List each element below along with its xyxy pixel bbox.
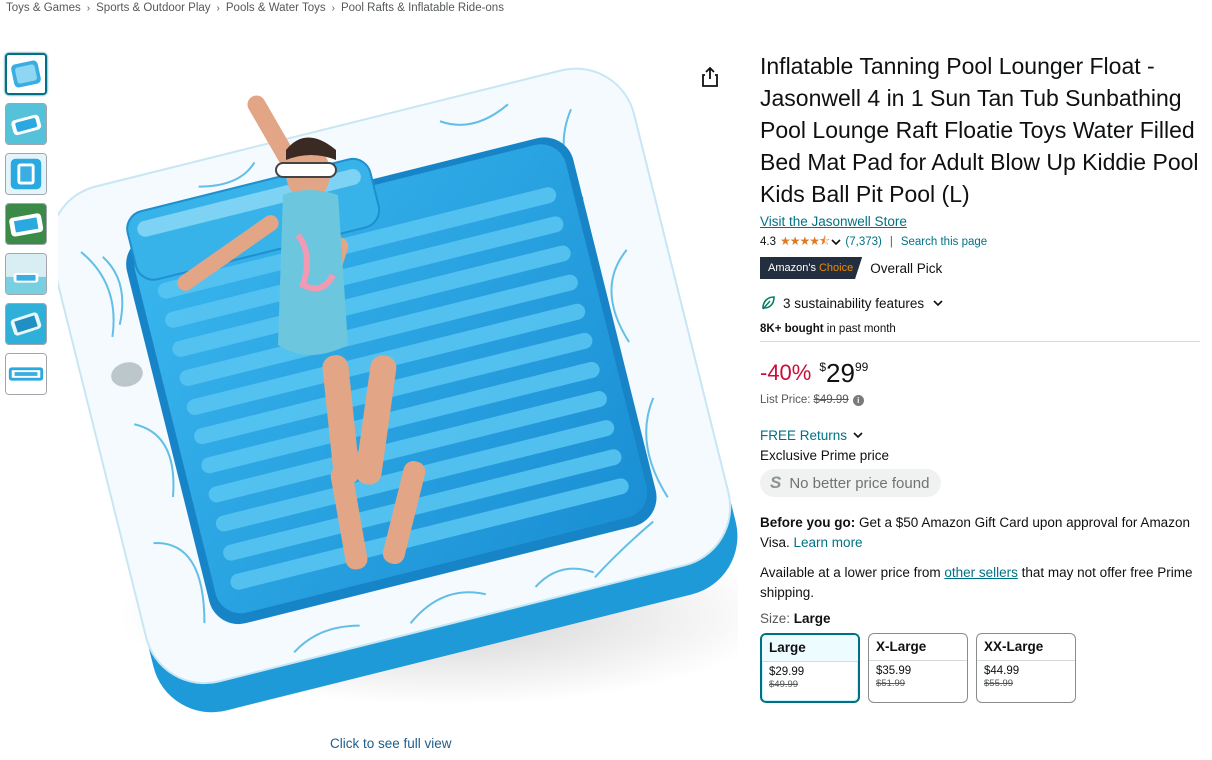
exclusive-prime-label: Exclusive Prime price [760,448,890,463]
thumbnail-1[interactable] [5,53,47,95]
no-better-price-badge: S No better price found [760,469,942,497]
savings-icon: S [770,473,782,492]
gift-card-offer: Before you go: Get a $50 Amazon Gift Car… [760,513,1200,553]
price-symbol: $ [819,360,827,374]
rating-value: 4.3 [760,236,776,248]
breadcrumb-separator: › [86,2,91,14]
list-price-label: List Price: [760,394,811,406]
price-fraction: 99 [854,360,869,374]
size-option-list-price: $55.99 [984,678,1014,689]
list-price: List Price: $49.99 i [760,392,1200,408]
free-returns-label: FREE Returns [760,427,848,443]
size-option-price: $44.99 [984,665,1020,677]
store-link[interactable]: Visit the Jasonwell Store [760,214,1200,229]
thumbnail-4[interactable] [5,203,47,245]
main-product-image[interactable] [58,55,738,725]
chevron-down-icon [853,432,863,439]
badge-highlight: Choice [818,262,854,274]
size-option-name: Large [762,635,858,662]
search-page-link[interactable]: Search this page [901,236,987,248]
thumbnail-2[interactable] [5,103,47,145]
breadcrumb-link-pool-rafts[interactable]: Pool Rafts & Inflatable Ride-ons [341,2,504,14]
price-whole: 29 [826,358,855,388]
size-option-price: $35.99 [876,665,912,677]
no-better-price-text: No better price found [789,474,930,492]
badge-prefix: Amazon's [768,262,816,274]
learn-more-link[interactable]: Learn more [794,535,863,550]
product-title: Inflatable Tanning Pool Lounger Float - … [760,53,1199,207]
thumbnail-3[interactable] [5,153,47,195]
product-info: Inflatable Tanning Pool Lounger Float - … [760,50,1200,703]
chevron-down-icon [933,300,943,307]
amazons-choice-badge: Amazon's Choice [760,257,863,279]
bought-count-bold: 8K+ bought [760,323,824,335]
thumbnail-strip [5,53,47,403]
breadcrumb-separator: › [216,2,220,14]
star-rating-icon[interactable]: ★★★★⯪ [780,232,830,253]
lower-price-text-a: Available at a lower price from [760,565,945,580]
rating-separator: | [889,236,893,248]
size-options: Large $29.99 $49.99 X-Large $35.99 $51.9… [760,633,1200,703]
thumbnail-5[interactable] [5,253,47,295]
size-option-name: X-Large [869,634,967,661]
bought-count: 8K+ bought in past month [760,323,1200,342]
list-price-value: $49.99 [813,394,849,406]
thumbnail-7[interactable] [5,353,47,395]
share-icon [702,66,718,87]
sustainability-label: 3 sustainability features [783,295,925,311]
share-button[interactable] [700,66,720,88]
breadcrumb: Toys & Games › Sports & Outdoor Play › P… [6,0,504,16]
size-option-name: XX-Large [977,634,1075,661]
size-label-prefix: Size: [760,611,794,626]
breadcrumb-link-toys-games[interactable]: Toys & Games [6,2,81,14]
overall-pick-label: Overall Pick [870,260,943,276]
before-go-label: Before you go: [760,515,856,530]
size-option-xx-large[interactable]: XX-Large $44.99 $55.99 [976,633,1076,703]
breadcrumb-separator: › [331,2,335,14]
thumbnail-6[interactable] [5,303,47,345]
info-icon[interactable]: i [852,394,864,406]
breadcrumb-link-sports-outdoor[interactable]: Sports & Outdoor Play [96,2,210,14]
size-label: Size: Large [760,611,1200,629]
lower-price-notice: Available at a lower price from other se… [760,563,1200,603]
size-selected: Large [793,611,831,626]
size-option-price: $29.99 [769,666,805,678]
chevron-down-icon[interactable] [831,237,841,247]
choice-row: Amazon's Choice Overall Pick [760,257,1200,279]
free-returns-toggle[interactable]: FREE Returns [760,426,1200,444]
full-view-link[interactable]: Click to see full view [330,736,452,751]
size-option-list-price: $49.99 [769,679,799,690]
bought-count-rest: in past month [823,323,896,335]
leaf-icon [762,296,775,310]
discount-percent: -40% [760,360,812,385]
other-sellers-link[interactable]: other sellers [944,565,1018,580]
breadcrumb-link-pools-water-toys[interactable]: Pools & Water Toys [226,2,326,14]
sustainability-toggle[interactable]: 3 sustainability features [760,293,1200,313]
rating-row: 4.3 ★★★★⯪ (7,373) | Search this page [760,234,1200,250]
size-option-x-large[interactable]: X-Large $35.99 $51.99 [868,633,968,703]
rating-count-link[interactable]: (7,373) [845,236,881,248]
size-option-large[interactable]: Large $29.99 $49.99 [760,633,860,703]
price-row: -40% $ 29 99 [760,358,1200,390]
size-option-list-price: $51.99 [876,678,906,689]
